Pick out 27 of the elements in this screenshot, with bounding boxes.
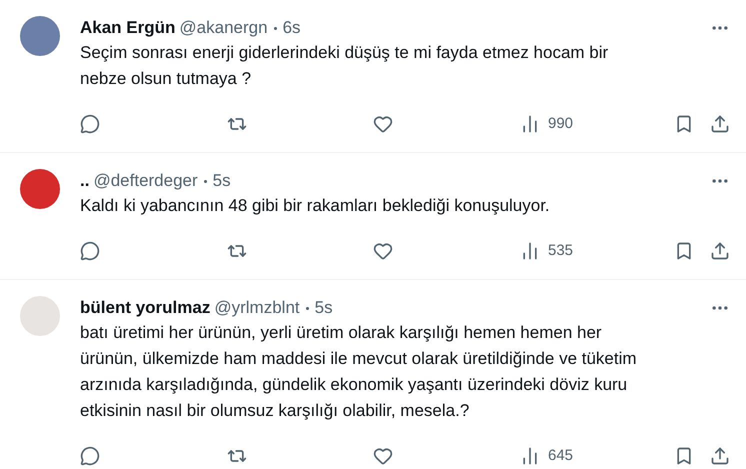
avatar-placeholder <box>20 16 60 56</box>
timestamp[interactable]: 5s <box>314 295 333 321</box>
reply-icon[interactable] <box>80 114 100 134</box>
author-handle[interactable]: @yrlmzblnt <box>214 295 300 321</box>
author-name[interactable]: bülent yorulmaz <box>80 295 210 321</box>
author-handle[interactable]: @akanergn <box>179 15 268 41</box>
share-icon[interactable] <box>710 114 730 134</box>
author-name[interactable]: .. <box>80 168 90 194</box>
reply-icon[interactable] <box>80 446 100 466</box>
view-count[interactable]: 535 <box>548 240 574 262</box>
reply-icon[interactable] <box>80 241 100 261</box>
tweet-text: batı üretimi her ürünün, yerli üretim olarak karşılığı hemen hemen her ürünün, ülkemizde ham maddesi ile mevcut olarak üretildiğinde ve tüketim arzınıda karşıladığında, gündelik ekonomik yaşantı üzerindeki döviz kuru etkisinin nasıl bir olumsuz karşılığı olabilir, mesela.? <box>80 322 638 422</box>
tweet-text: Seçim sonrası enerji giderlerindeki düşüş te mi fayda etmez hocam bir nebze olsun tutmaya ? <box>80 42 610 90</box>
view-count[interactable]: 990 <box>548 112 574 136</box>
avatar-placeholder <box>20 169 60 209</box>
avatar-placeholder <box>20 296 60 336</box>
like-icon[interactable] <box>373 114 393 134</box>
author-name[interactable]: Akan Ergün <box>80 15 176 41</box>
view-count[interactable]: 645 <box>548 444 574 468</box>
author-handle[interactable]: @defterdeger <box>93 168 198 194</box>
like-icon[interactable] <box>373 446 393 466</box>
like-icon[interactable] <box>373 241 393 261</box>
share-icon[interactable] <box>710 241 730 261</box>
timestamp[interactable]: 6s <box>282 15 301 41</box>
share-icon[interactable] <box>710 446 730 466</box>
timestamp[interactable]: 5s <box>212 168 231 194</box>
tweet-text: Kaldı ki yabancının 48 gibi bir rakamları beklediği konuşuluyor. <box>80 195 551 217</box>
